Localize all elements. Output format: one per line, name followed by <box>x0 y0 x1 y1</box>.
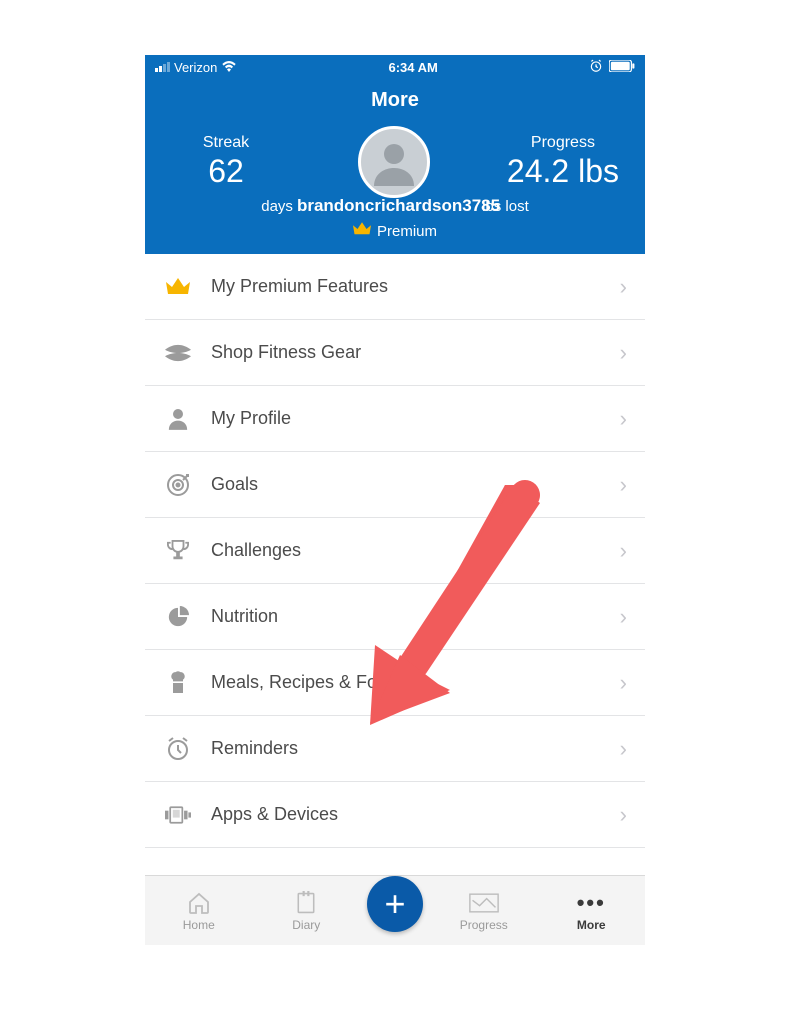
tab-more[interactable]: ••• More <box>538 890 646 932</box>
chevron-right-icon: › <box>620 340 627 366</box>
chevron-right-icon: › <box>620 736 627 762</box>
header: More Streak 62 Progress 24.2 lbs days br… <box>145 79 645 254</box>
wifi-icon <box>221 60 237 75</box>
username-row: days brandoncrichardson3785 lbs lost <box>145 196 645 216</box>
carrier-label: Verizon <box>174 60 217 75</box>
streak-stat: Streak 62 <box>171 134 281 190</box>
tab-bar: Home Diary + Progress ••• More <box>145 875 645 945</box>
menu-item-label: Meals, Recipes & Foods <box>211 672 602 693</box>
menu-item-shop-gear[interactable]: Shop Fitness Gear › <box>145 320 645 386</box>
progress-icon <box>469 890 499 916</box>
chevron-right-icon: › <box>620 802 627 828</box>
status-time: 6:34 AM <box>389 60 438 75</box>
menu-item-label: My Premium Features <box>211 276 602 297</box>
status-bar: Verizon 6:34 AM <box>145 55 645 79</box>
add-fab[interactable]: + <box>367 876 423 932</box>
device-icon <box>163 806 193 824</box>
menu-item-label: Challenges <box>211 540 602 561</box>
pie-icon <box>163 606 193 628</box>
battery-icon <box>609 60 635 75</box>
page-title: More <box>145 89 645 112</box>
signal-icon <box>155 62 170 72</box>
streak-label: Streak <box>171 134 281 152</box>
header-stats: Streak 62 Progress 24.2 lbs <box>145 126 645 198</box>
menu-item-meals[interactable]: Meals, Recipes & Foods › <box>145 650 645 716</box>
chevron-right-icon: › <box>620 406 627 432</box>
avatar[interactable] <box>358 126 430 198</box>
menu-item-label: Shop Fitness Gear <box>211 342 602 363</box>
status-left: Verizon <box>155 60 237 75</box>
more-icon: ••• <box>577 890 606 916</box>
tab-diary[interactable]: Diary <box>253 890 361 932</box>
ua-icon <box>163 344 193 362</box>
person-icon <box>163 408 193 430</box>
progress-unit: lbs lost <box>482 198 529 215</box>
menu-item-label: Reminders <box>211 738 602 759</box>
tab-home[interactable]: Home <box>145 890 253 932</box>
chevron-right-icon: › <box>620 472 627 498</box>
streak-value: 62 <box>171 152 281 190</box>
premium-badge: Premium <box>145 222 645 240</box>
menu-item-premium-features[interactable]: My Premium Features › <box>145 254 645 320</box>
crown-icon <box>163 278 193 296</box>
alarm-status-icon <box>589 59 603 76</box>
tab-more-label: More <box>577 918 606 932</box>
chevron-right-icon: › <box>620 538 627 564</box>
home-icon <box>186 890 212 916</box>
menu-item-label: Goals <box>211 474 602 495</box>
status-right <box>589 59 635 76</box>
tab-progress[interactable]: Progress <box>430 890 538 932</box>
diary-icon <box>295 890 317 916</box>
menu-item-goals[interactable]: Goals › <box>145 452 645 518</box>
menu-item-nutrition[interactable]: Nutrition › <box>145 584 645 650</box>
progress-value: 24.2 lbs <box>507 152 619 190</box>
app-screen: Verizon 6:34 AM More Streak 62 <box>145 55 645 945</box>
chevron-right-icon: › <box>620 670 627 696</box>
progress-stat: Progress 24.2 lbs <box>507 134 619 190</box>
tab-home-label: Home <box>183 918 215 932</box>
tab-add[interactable]: + <box>360 890 430 932</box>
target-icon <box>163 473 193 497</box>
chevron-right-icon: › <box>620 604 627 630</box>
crown-icon <box>353 222 371 240</box>
menu-item-label: Apps & Devices <box>211 804 602 825</box>
tab-diary-label: Diary <box>292 918 320 932</box>
username: brandoncrichardson3785 <box>297 196 500 216</box>
streak-unit: days <box>261 198 293 215</box>
menu-item-label: My Profile <box>211 408 602 429</box>
plus-icon: + <box>384 883 405 925</box>
chevron-right-icon: › <box>620 274 627 300</box>
trophy-icon <box>163 539 193 563</box>
premium-label: Premium <box>377 223 437 240</box>
menu-item-apps-devices[interactable]: Apps & Devices › <box>145 782 645 848</box>
chef-icon <box>163 671 193 695</box>
avatar-placeholder-icon <box>370 138 418 186</box>
progress-label: Progress <box>507 134 619 152</box>
menu-item-label: Nutrition <box>211 606 602 627</box>
menu-item-my-profile[interactable]: My Profile › <box>145 386 645 452</box>
alarm-icon <box>163 737 193 761</box>
menu-list: My Premium Features›Shop Fitness Gear›My… <box>145 254 645 848</box>
menu-item-challenges[interactable]: Challenges › <box>145 518 645 584</box>
tab-progress-label: Progress <box>460 918 508 932</box>
menu-item-reminders[interactable]: Reminders › <box>145 716 645 782</box>
